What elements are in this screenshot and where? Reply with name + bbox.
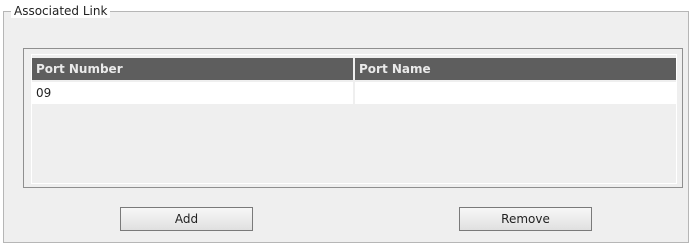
port-list[interactable]: Port Number Port Name 09 <box>23 48 683 188</box>
table-row[interactable]: 09 <box>32 82 678 104</box>
port-number-cell: 09 <box>32 82 355 104</box>
column-header-port-number[interactable]: Port Number <box>32 58 355 80</box>
group-title: Associated Link <box>11 4 111 18</box>
list-header: Port Number Port Name <box>32 58 678 80</box>
remove-button[interactable]: Remove <box>459 207 592 231</box>
add-button[interactable]: Add <box>120 207 253 231</box>
port-list-body: Port Number Port Name 09 <box>31 54 677 184</box>
port-name-cell <box>355 82 676 104</box>
column-header-port-name[interactable]: Port Name <box>355 58 676 80</box>
